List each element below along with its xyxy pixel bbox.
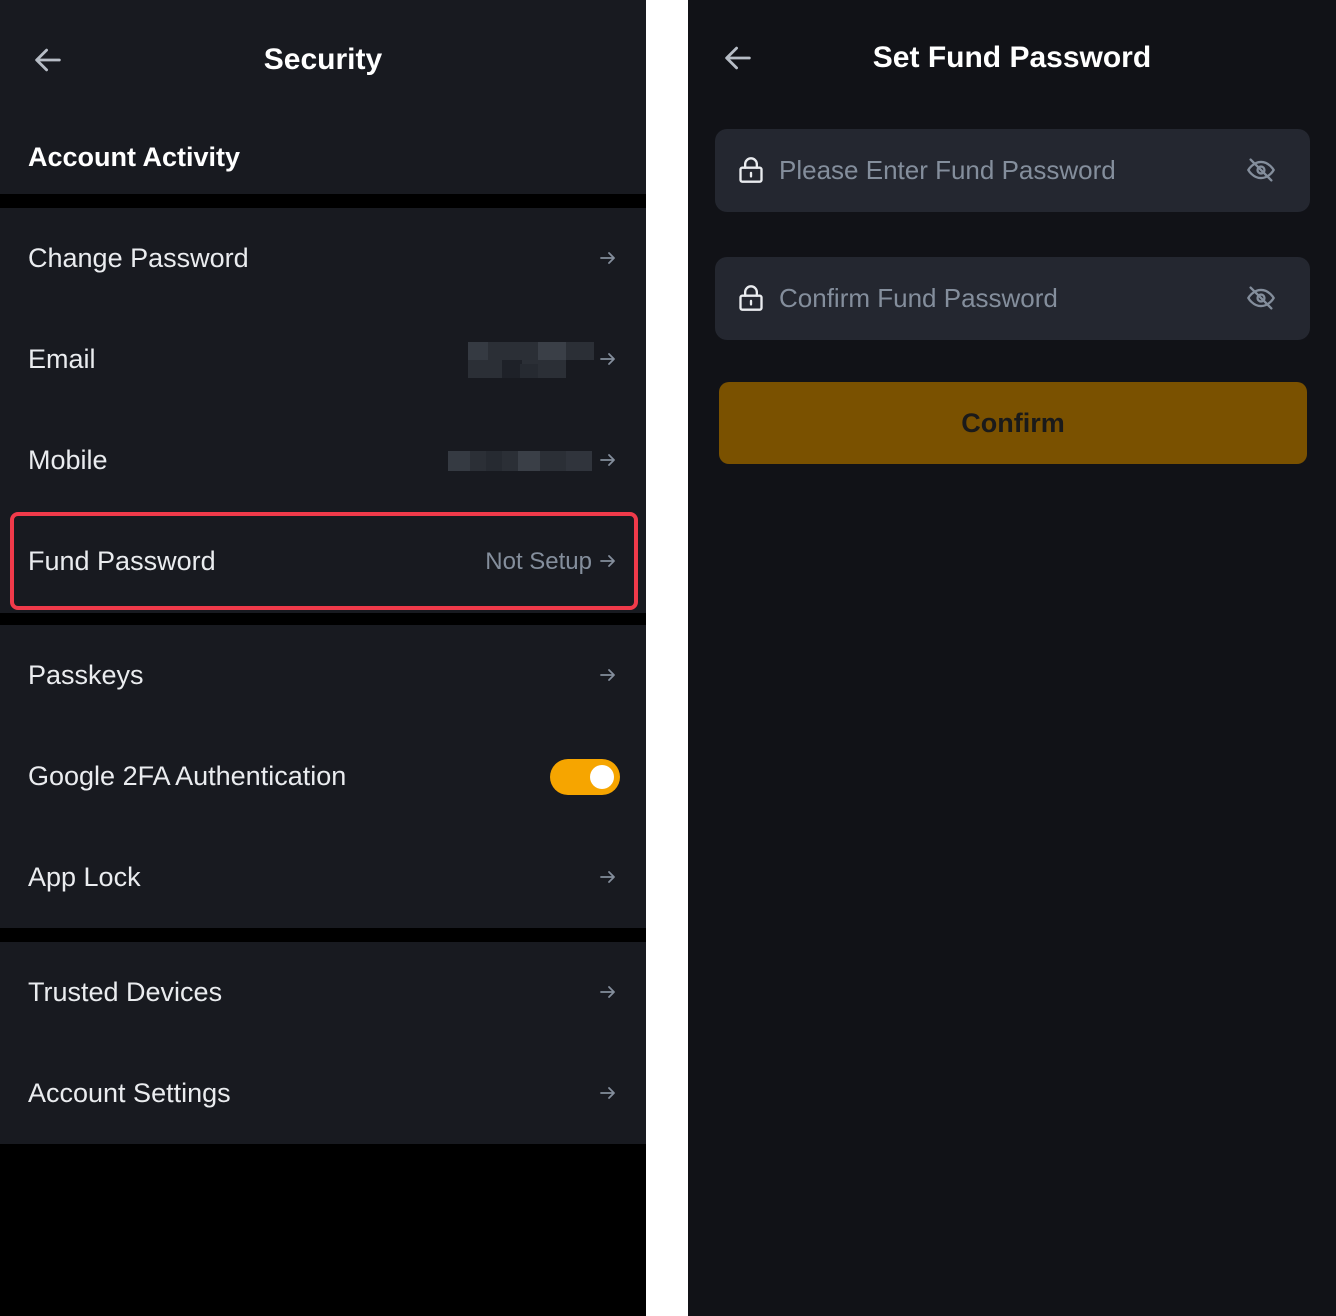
page-title: Security bbox=[263, 43, 383, 76]
chevron-right-icon bbox=[600, 669, 615, 681]
status-value: Not Setup bbox=[485, 548, 592, 575]
fund-password-row[interactable]: Fund Password Not Setup bbox=[0, 511, 646, 612]
eye-off-icon[interactable] bbox=[1246, 284, 1276, 312]
confirm-button[interactable]: Confirm bbox=[719, 382, 1307, 464]
chevron-right-icon bbox=[600, 555, 615, 567]
section-title: Account Activity bbox=[28, 142, 241, 172]
row-label: Mobile bbox=[28, 445, 108, 475]
row-label: Change Password bbox=[28, 243, 249, 273]
chevron-right-icon bbox=[600, 353, 615, 365]
chevron-right-icon bbox=[600, 454, 615, 466]
google-2fa-row: Google 2FA Authentication bbox=[0, 726, 646, 827]
app-lock-row[interactable]: App Lock bbox=[0, 827, 646, 928]
security-group-auth: Passkeys Google 2FA Authentication App L… bbox=[0, 625, 646, 928]
chevron-right-icon bbox=[600, 1087, 615, 1099]
mobile-row[interactable]: Mobile bbox=[0, 410, 646, 511]
eye-off-icon[interactable] bbox=[1246, 156, 1276, 184]
masked-email-value bbox=[468, 342, 594, 378]
chevron-right-icon bbox=[600, 986, 615, 998]
page-title: Set Fund Password bbox=[872, 41, 1152, 74]
lock-icon bbox=[739, 157, 763, 183]
security-screen: Security Account Activity Change Passwor… bbox=[0, 0, 646, 1316]
chevron-right-icon bbox=[600, 871, 615, 883]
row-label: Passkeys bbox=[28, 660, 144, 690]
row-label: Google 2FA Authentication bbox=[28, 761, 347, 791]
lock-icon bbox=[739, 285, 763, 311]
confirm-fund-password-field bbox=[715, 257, 1310, 340]
fund-password-field bbox=[715, 129, 1310, 212]
row-label: App Lock bbox=[28, 862, 141, 892]
row-label: Email bbox=[28, 344, 96, 374]
passkeys-row[interactable]: Passkeys bbox=[0, 625, 646, 726]
masked-mobile-value bbox=[448, 451, 592, 471]
set-fund-password-screen: Set Fund Password Confirm bbox=[688, 0, 1336, 1316]
row-label: Fund Password bbox=[28, 546, 216, 576]
toggle-knob bbox=[590, 765, 614, 789]
change-password-row[interactable]: Change Password bbox=[0, 208, 646, 309]
security-group-main: Change Password Email Mobile Fund Passwo… bbox=[0, 208, 646, 613]
row-label: Account Settings bbox=[28, 1078, 231, 1108]
row-label: Trusted Devices bbox=[28, 977, 223, 1007]
chevron-right-icon bbox=[600, 252, 615, 264]
google-2fa-toggle[interactable] bbox=[550, 759, 620, 795]
confirm-fund-password-input[interactable] bbox=[779, 257, 1219, 340]
fund-password-input[interactable] bbox=[779, 129, 1219, 212]
security-group-devices: Trusted Devices Account Settings bbox=[0, 942, 646, 1144]
email-row[interactable]: Email bbox=[0, 309, 646, 410]
security-header: Security Account Activity bbox=[0, 0, 646, 194]
account-settings-row[interactable]: Account Settings bbox=[0, 1043, 646, 1144]
trusted-devices-row[interactable]: Trusted Devices bbox=[0, 942, 646, 1043]
